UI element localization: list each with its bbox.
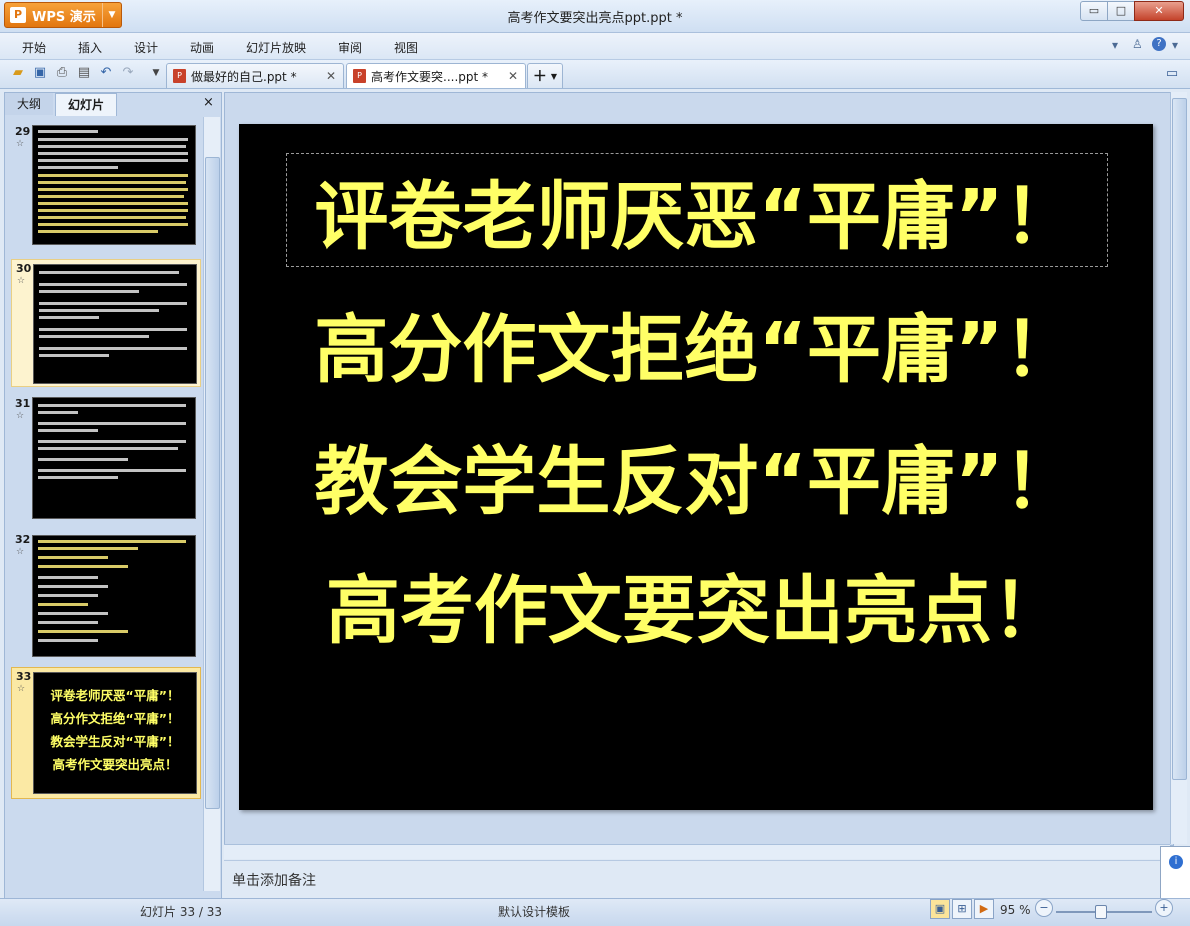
chevron-down-icon[interactable]: ▼ (102, 3, 121, 27)
slide-thumbnail-33[interactable]: 33 ☆ 评卷老师厌恶“平庸”！ 高分作文拒绝“平庸”！ 教会学生反对“平庸”！… (11, 667, 201, 799)
app-menu-button[interactable]: P WPS 演示 ▼ (4, 2, 122, 28)
app-name: WPS 演示 (32, 9, 96, 25)
tab-slides[interactable]: 幻灯片 (55, 93, 117, 116)
notes-pane[interactable]: 单击添加备注 (224, 860, 1172, 897)
slide-preview (32, 535, 196, 657)
close-icon[interactable]: ✕ (508, 69, 518, 83)
mini-slide-line: 高分作文拒绝“平庸”！ (50, 711, 180, 726)
redo-icon[interactable]: ↷ (120, 65, 136, 81)
slide-preview (32, 125, 196, 245)
slide-text-line[interactable]: 教会学生反对“平庸”！ (239, 439, 1153, 525)
zoom-level: 95 % (1000, 903, 1031, 917)
chevron-down-icon[interactable]: ▾ (1112, 38, 1118, 52)
open-folder-icon[interactable]: ▰ (10, 65, 26, 81)
shirt-icon[interactable]: ♙ (1132, 37, 1143, 51)
minimize-button[interactable]: ▭ (1080, 1, 1108, 21)
save-icon[interactable]: ▣ (32, 65, 48, 81)
ppt-file-icon: P (173, 69, 186, 83)
template-name: 默认设计模板 (498, 905, 571, 919)
menu-insert[interactable]: 插入 (78, 39, 102, 56)
print-icon[interactable]: ⎙ (54, 65, 70, 81)
menu-animation[interactable]: 动画 (190, 39, 214, 56)
ppt-file-icon: P (353, 69, 366, 83)
zoom-in-button[interactable]: + (1155, 899, 1173, 917)
notes-placeholder[interactable]: 单击添加备注 (232, 870, 316, 890)
doc-tab-label: 做最好的自己.ppt * (191, 69, 297, 84)
panel-layout-icon[interactable]: ▭ (1164, 66, 1180, 82)
help-icon[interactable]: ? (1152, 37, 1166, 51)
slide-text-line[interactable]: 高考作文要突出亮点！ (239, 568, 1153, 654)
zoom-out-button[interactable]: − (1035, 899, 1053, 917)
slide-preview: 评卷老师厌恶“平庸”！ 高分作文拒绝“平庸”！ 教会学生反对“平庸”！ 高考作文… (33, 672, 197, 794)
wps-logo-icon: P (10, 7, 26, 23)
menu-home[interactable]: 开始 (22, 39, 46, 56)
transition-star-icon: ☆ (16, 547, 25, 557)
slide-text-line[interactable]: 高分作文拒绝“平庸”！ (239, 307, 1153, 393)
slide-number: 29 (15, 125, 31, 138)
doc-tab-2[interactable]: P 高考作文要突....ppt * ✕ (346, 63, 526, 88)
customize-icon[interactable]: ▼ (148, 65, 164, 81)
zoom-slider-handle[interactable] (1095, 905, 1107, 919)
scrollbar-thumb[interactable] (205, 157, 220, 809)
doc-tab-label: 高考作文要突....ppt * (371, 69, 489, 84)
undo-icon[interactable]: ↶ (98, 65, 114, 81)
mini-slide-line: 高考作文要突出亮点！ (52, 757, 178, 772)
thumbnails-scrollbar[interactable] (203, 117, 220, 891)
slide-number: 30 (16, 262, 32, 275)
slide-counter: 幻灯片 33 / 33 (140, 905, 223, 919)
close-icon[interactable]: × (203, 95, 214, 110)
info-icon: i (1169, 855, 1183, 869)
tab-outline[interactable]: 大纲 (5, 93, 53, 115)
slide-title-line[interactable]: 评卷老师厌恶“平庸”！ (239, 174, 1153, 260)
horizontal-scrollbar[interactable] (224, 844, 1170, 859)
slideshow-icon[interactable]: ▶ (974, 899, 994, 919)
slide-number: 33 (16, 670, 32, 683)
transition-star-icon: ☆ (17, 276, 26, 286)
slide-preview (32, 397, 196, 519)
window-title: 高考作文要突出亮点ppt.ppt * (507, 11, 683, 26)
print-preview-icon[interactable]: ▤ (76, 65, 92, 81)
menu-review[interactable]: 审阅 (338, 39, 362, 56)
chevron-down-icon[interactable]: ▾ (1172, 38, 1178, 52)
slides-panel: 大纲 幻灯片 × 29 ☆ 30 ☆ 31 ☆ 32 ☆ 33 ☆ 评卷老师厌恶… (4, 92, 222, 900)
slide-number: 31 (15, 397, 31, 410)
new-tab-button[interactable]: ＋ ▼ (527, 63, 563, 88)
slide-number: 32 (15, 533, 31, 546)
transition-star-icon: ☆ (17, 684, 26, 694)
mini-slide-line: 教会学生反对“平庸”！ (50, 734, 180, 749)
maximize-button[interactable]: □ (1107, 1, 1135, 21)
doc-tab-1[interactable]: P 做最好的自己.ppt * ✕ (166, 63, 344, 88)
menu-slideshow[interactable]: 幻灯片放映 (246, 39, 306, 56)
slide-sorter-icon[interactable]: ⊞ (952, 899, 972, 919)
slide-preview (33, 264, 197, 384)
transition-star-icon: ☆ (16, 411, 25, 421)
mini-slide-line: 评卷老师厌恶“平庸”！ (50, 688, 180, 703)
slide-thumbnail-29[interactable]: 29 ☆ (11, 123, 199, 249)
scrollbar-thumb[interactable] (1172, 98, 1187, 780)
normal-view-icon[interactable]: ▣ (930, 899, 950, 919)
menu-design[interactable]: 设计 (134, 39, 158, 56)
vertical-scrollbar[interactable] (1170, 92, 1187, 844)
slide-thumbnail-31[interactable]: 31 ☆ (11, 395, 199, 521)
menu-view[interactable]: 视图 (394, 39, 418, 56)
close-button[interactable]: ✕ (1134, 1, 1184, 21)
menu-bar (0, 33, 1190, 60)
transition-star-icon: ☆ (16, 139, 25, 149)
slide-thumbnail-30[interactable]: 30 ☆ (11, 259, 201, 387)
slide-thumbnail-32[interactable]: 32 ☆ (11, 531, 199, 657)
close-icon[interactable]: ✕ (326, 69, 336, 83)
